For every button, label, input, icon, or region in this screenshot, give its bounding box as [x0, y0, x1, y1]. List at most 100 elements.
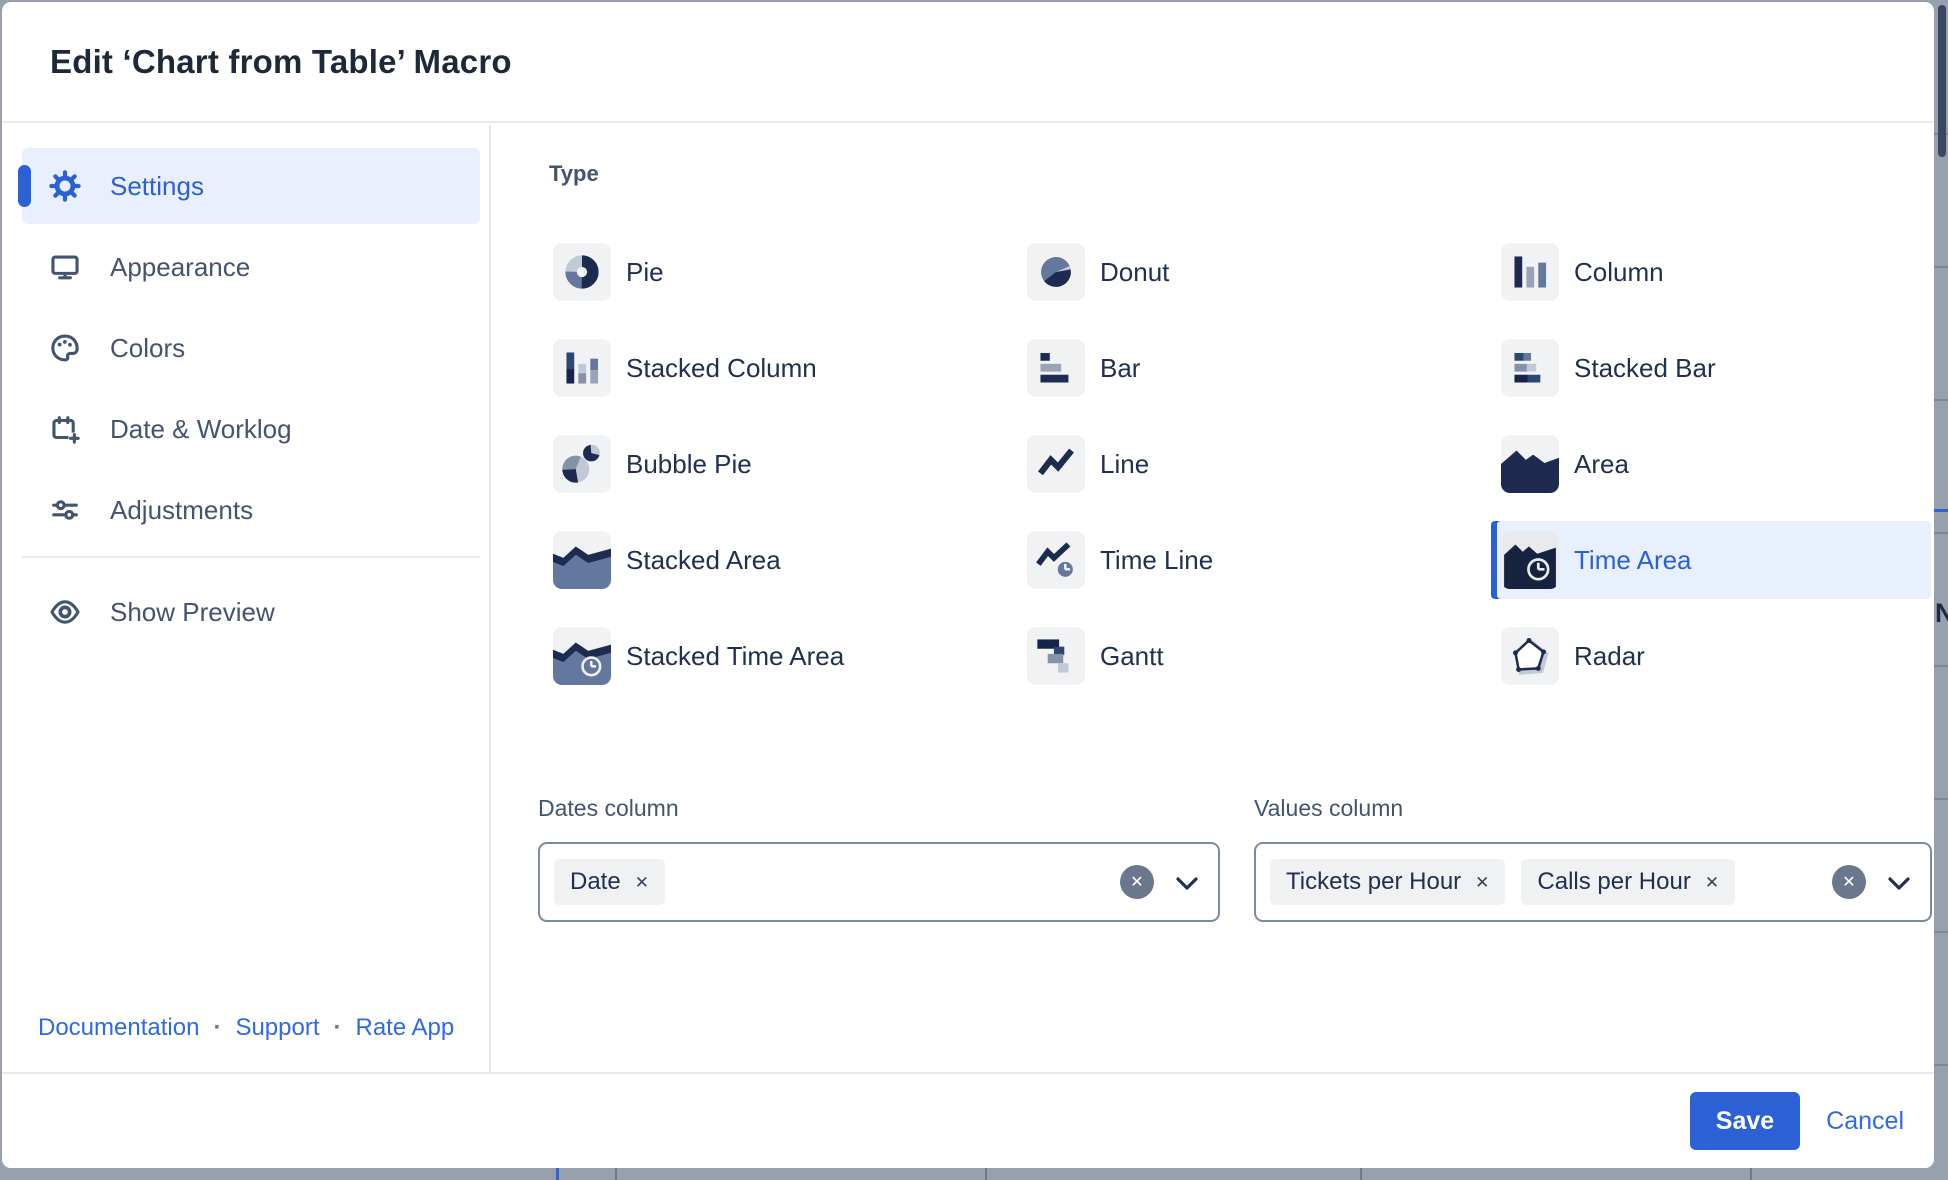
edit-macro-dialog: Edit ‘Chart from Table’ Macro Settings Ap…	[2, 2, 1934, 1168]
dates-column-select[interactable]: Date ✕ ✕	[538, 842, 1220, 922]
stacked-bar-chart-icon	[1501, 339, 1559, 397]
chart-type-time-area[interactable]: Time Area	[1491, 521, 1931, 599]
chart-type-label: Pie	[626, 257, 664, 288]
save-button[interactable]: Save	[1690, 1092, 1800, 1150]
gear-icon	[48, 169, 82, 203]
chevron-down-icon[interactable]	[1888, 877, 1910, 891]
field-dates-column: Dates column Date ✕ ✕	[538, 795, 1220, 922]
chart-type-label: Stacked Area	[626, 545, 781, 576]
time-line-chart-icon	[1027, 531, 1085, 589]
sidebar-item-label: Show Preview	[110, 597, 275, 628]
chart-type-label: Donut	[1100, 257, 1169, 288]
chart-type-gantt[interactable]: Gantt	[1017, 617, 1457, 695]
chart-type-stacked-time-area[interactable]: Stacked Time Area	[543, 617, 983, 695]
background-page-bottom-strip	[0, 1168, 1948, 1180]
field-label: Dates column	[538, 795, 1220, 823]
link-documentation[interactable]: Documentation	[38, 1014, 199, 1042]
donut-chart-icon	[1027, 243, 1085, 301]
line-chart-icon	[1027, 435, 1085, 493]
field-label: Values column	[1254, 795, 1932, 823]
background-page-right-strip: N	[1934, 0, 1948, 1180]
area-chart-icon	[1501, 435, 1559, 493]
footer-links: Documentation · Support · Rate App	[38, 1014, 454, 1042]
stacked-column-chart-icon	[553, 339, 611, 397]
stacked-area-chart-icon	[553, 531, 611, 589]
time-area-chart-icon	[1501, 531, 1559, 589]
chart-type-bubble-pie[interactable]: Bubble Pie	[543, 425, 983, 503]
chart-type-time-line[interactable]: Time Line	[1017, 521, 1457, 599]
remove-tag-icon[interactable]: ✕	[635, 871, 649, 893]
chart-type-label: Gantt	[1100, 641, 1164, 672]
pie-chart-icon	[553, 243, 611, 301]
chart-type-label: Column	[1574, 257, 1664, 288]
link-support[interactable]: Support	[235, 1014, 319, 1042]
chart-type-area[interactable]: Area	[1491, 425, 1931, 503]
bubble-pie-chart-icon	[553, 435, 611, 493]
sidebar-item-show-preview[interactable]: Show Preview	[22, 574, 480, 650]
chart-type-label: Stacked Time Area	[626, 641, 844, 672]
column-chart-icon	[1501, 243, 1559, 301]
chart-type-label: Bubble Pie	[626, 449, 752, 480]
gantt-chart-icon	[1027, 627, 1085, 685]
type-section-label: Type	[549, 161, 1934, 187]
clear-selection-icon[interactable]: ✕	[1832, 865, 1866, 899]
eye-icon	[48, 595, 82, 629]
dialog-footer: Save Cancel	[2, 1072, 1934, 1168]
page-scrollbar[interactable]	[1938, 5, 1946, 157]
chart-type-label: Area	[1574, 449, 1629, 480]
chart-type-label: Time Line	[1100, 545, 1213, 576]
chart-type-label: Stacked Column	[626, 353, 817, 384]
remove-tag-icon[interactable]: ✕	[1475, 871, 1489, 893]
chart-type-column[interactable]: Column	[1491, 233, 1931, 311]
chart-type-donut[interactable]: Donut	[1017, 233, 1457, 311]
tag-label: Calls per Hour	[1537, 868, 1690, 896]
sidebar-item-label: Appearance	[110, 252, 250, 283]
sidebar-item-settings[interactable]: Settings	[22, 148, 480, 224]
sidebar-item-appearance[interactable]: Appearance	[22, 229, 480, 305]
chart-type-stacked-area[interactable]: Stacked Area	[543, 521, 983, 599]
selected-option-tag: Tickets per Hour ✕	[1270, 859, 1505, 905]
selected-option-tag: Calls per Hour ✕	[1521, 859, 1735, 905]
chart-type-stacked-column[interactable]: Stacked Column	[543, 329, 983, 407]
remove-tag-icon[interactable]: ✕	[1705, 871, 1719, 893]
settings-panel: Type Pie Donut Column Stacked Column Bar Stac…	[491, 125, 1934, 1072]
column-fields: Dates column Date ✕ ✕ Values column Tickets p…	[538, 795, 1932, 922]
chart-type-stacked-bar[interactable]: Stacked Bar	[1491, 329, 1931, 407]
background-text-fragment: N	[1935, 598, 1948, 629]
chart-type-pie[interactable]: Pie	[543, 233, 983, 311]
sidebar-divider	[22, 556, 480, 558]
calendar-plus-icon	[48, 412, 82, 446]
bar-chart-icon	[1027, 339, 1085, 397]
chart-type-bar[interactable]: Bar	[1017, 329, 1457, 407]
link-separator: ·	[334, 1014, 342, 1042]
field-values-column: Values columnTickets per Hour✕Calls per …	[1254, 795, 1932, 922]
cancel-button[interactable]: Cancel	[1826, 1107, 1904, 1136]
sidebar-item-date-and-worklog[interactable]: Date & Worklog	[22, 391, 480, 467]
link-rate-app[interactable]: Rate App	[356, 1014, 455, 1042]
chart-type-label: Time Area	[1574, 545, 1692, 576]
clear-selection-icon[interactable]: ✕	[1120, 865, 1154, 899]
radar-chart-icon	[1501, 627, 1559, 685]
sidebar-item-colors[interactable]: Colors	[22, 310, 480, 386]
chevron-down-icon[interactable]	[1176, 877, 1198, 891]
selected-option-tag: Date ✕	[554, 859, 665, 905]
sidebar-item-label: Date & Worklog	[110, 414, 292, 445]
sidebar-item-label: Settings	[110, 171, 204, 202]
chart-type-radar[interactable]: Radar	[1491, 617, 1931, 695]
chart-type-label: Line	[1100, 449, 1149, 480]
chart-type-line[interactable]: Line	[1017, 425, 1457, 503]
palette-icon	[48, 331, 82, 365]
screen: N Edit ‘Chart from Table’ Macro Settings…	[0, 0, 1948, 1180]
chart-type-label: Bar	[1100, 353, 1140, 384]
sidebar-item-adjustments[interactable]: Adjustments	[22, 472, 480, 548]
dialog-title: Edit ‘Chart from Table’ Macro	[50, 43, 512, 81]
tag-label: Date	[570, 868, 621, 896]
stacked-time-area-chart-icon	[553, 627, 611, 685]
tag-label: Tickets per Hour	[1286, 868, 1461, 896]
sidebar: Settings Appearance Colors Date & Worklog Ad…	[2, 125, 491, 1072]
values-column-select[interactable]: Tickets per Hour ✕ Calls per Hour ✕ ✕	[1254, 842, 1932, 922]
dialog-header: Edit ‘Chart from Table’ Macro	[2, 2, 1934, 123]
chart-type-label: Radar	[1574, 641, 1645, 672]
sidebar-item-label: Adjustments	[110, 495, 253, 526]
link-separator: ·	[213, 1014, 221, 1042]
